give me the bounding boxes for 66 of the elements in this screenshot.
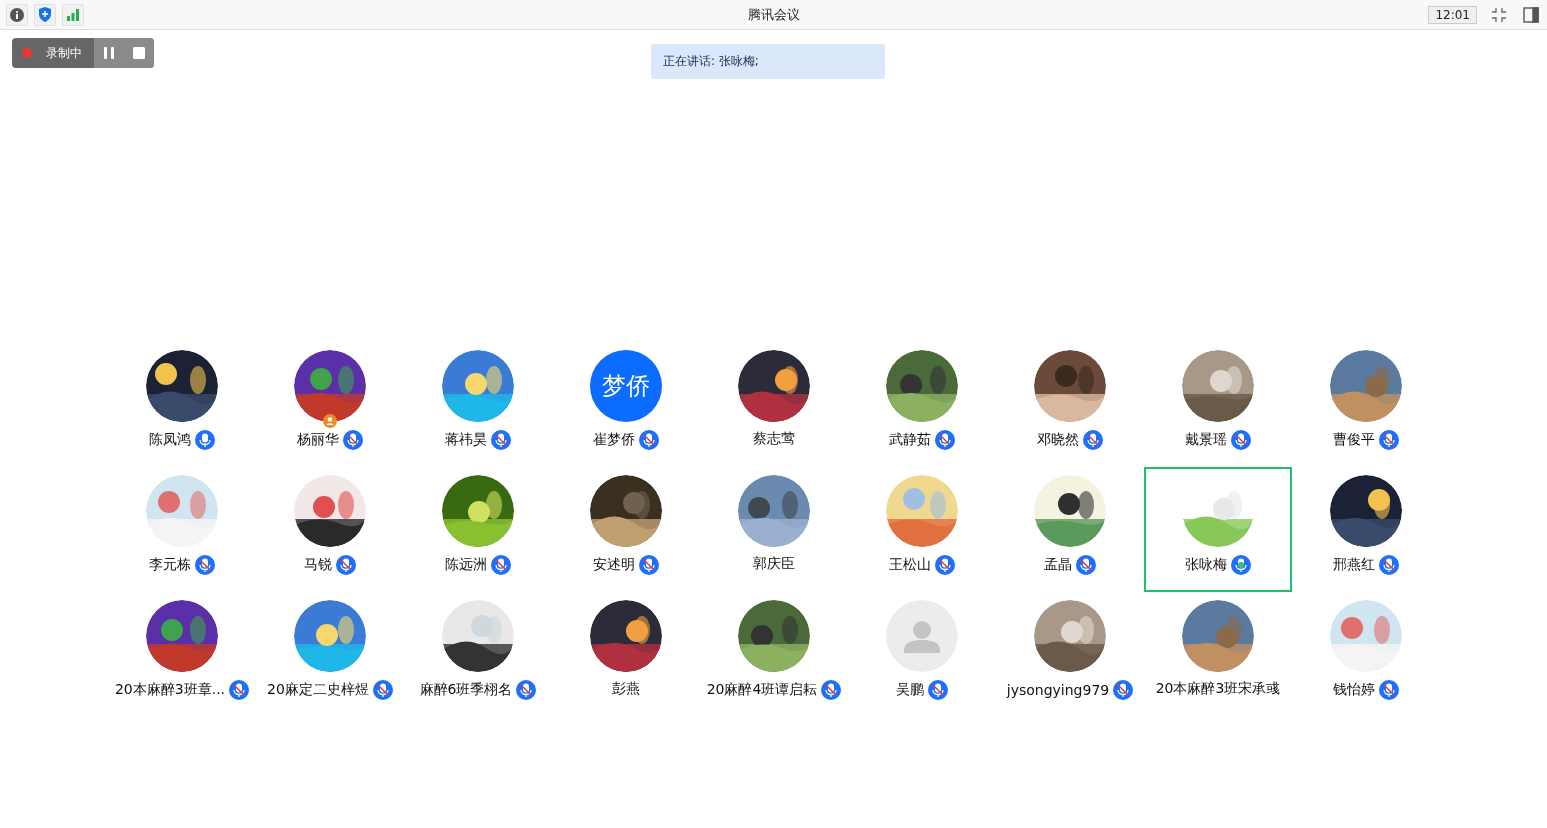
pause-icon (103, 47, 115, 59)
participant-tile[interactable]: 马锐 (256, 467, 404, 592)
participant-name: 安述明 (593, 556, 635, 574)
participant-name: 陈凤鸿 (149, 431, 191, 449)
participant-name: 崔梦侨 (593, 431, 635, 449)
participant-name: 邢燕红 (1333, 556, 1375, 574)
participant-tile[interactable]: 20麻定二史梓煜 (256, 592, 404, 717)
participant-name: 郭庆臣 (753, 555, 795, 573)
participant-name: 孟晶 (1044, 556, 1072, 574)
participant-name: 彭燕 (612, 680, 640, 698)
participant-tile[interactable]: 安述明 (552, 467, 700, 592)
participant-tile[interactable]: 陈远洲 (404, 467, 552, 592)
window-title: 腾讯会议 (747, 5, 800, 24)
participant-tile[interactable]: 20本麻醉3班宋承彧 (1144, 592, 1292, 717)
participant-tile[interactable]: 吴鹏 (848, 592, 996, 717)
participant-tile[interactable]: 彭燕 (552, 592, 700, 717)
info-icon[interactable] (6, 3, 28, 26)
record-dot-icon (22, 48, 32, 58)
participant-name: 张咏梅 (1185, 556, 1227, 574)
participant-tile[interactable]: 蒋祎昊 (404, 342, 552, 467)
participant-tile[interactable]: 陈凤鸿 (108, 342, 256, 467)
participant-tile[interactable]: 蔡志莺 (700, 342, 848, 467)
participant-name: 蒋祎昊 (445, 431, 487, 449)
participant-tile[interactable]: 20麻醉4班谭启耘 (700, 592, 848, 717)
participant-tile[interactable]: 杨丽华 (256, 342, 404, 467)
participant-name: 李元栋 (149, 556, 191, 574)
participant-tile[interactable]: 武静茹 (848, 342, 996, 467)
clock-time: 12:01 (1428, 5, 1477, 24)
participant-name: 蔡志莺 (753, 430, 795, 448)
speaking-banner: 正在讲话: 张咏梅; (651, 44, 885, 79)
participant-name: 戴景瑶 (1185, 431, 1227, 449)
participant-tile[interactable]: 孟晶 (996, 467, 1144, 592)
participant-name: 20麻定二史梓煜 (267, 681, 369, 699)
side-panel-icon[interactable] (1521, 4, 1541, 25)
shield-icon[interactable] (34, 3, 56, 26)
participant-name: 杨丽华 (297, 431, 339, 449)
participant-name: 马锐 (304, 556, 332, 574)
participant-name: jysongying979 (1006, 682, 1110, 698)
participant-tile[interactable]: 20本麻醉3班章... (108, 592, 256, 717)
participant-tile[interactable]: 邓晓然 (996, 342, 1144, 467)
participant-tile[interactable]: 张咏梅 (1144, 467, 1292, 592)
participant-tile[interactable]: 梦侨 崔梦侨 (552, 342, 700, 467)
participant-tile[interactable]: 曹俊平 (1292, 342, 1440, 467)
participant-tile[interactable]: 李元栋 (108, 467, 256, 592)
participant-name: 吴鹏 (896, 681, 924, 699)
participant-name: 20本麻醉3班宋承彧 (1155, 680, 1281, 698)
participant-name: 20麻醉4班谭启耘 (706, 681, 818, 699)
participant-tile[interactable]: 钱怡婷 (1292, 592, 1440, 717)
participant-tile[interactable]: 王松山 (848, 467, 996, 592)
participant-tile[interactable]: jysongying979 (996, 592, 1144, 717)
participant-name: 钱怡婷 (1333, 681, 1375, 699)
participant-name: 麻醉6班季栩名 (419, 681, 513, 699)
participant-name: 武静茹 (889, 431, 931, 449)
participant-name: 20本麻醉3班章... (114, 681, 226, 699)
participant-tile[interactable]: 麻醉6班季栩名 (404, 592, 552, 717)
participant-name: 邓晓然 (1037, 431, 1079, 449)
participant-tile[interactable]: 邢燕红 (1292, 467, 1440, 592)
participant-name: 王松山 (889, 556, 931, 574)
signal-icon[interactable] (62, 3, 84, 26)
initials-avatar: 梦侨 (590, 350, 662, 422)
participant-name: 陈远洲 (445, 556, 487, 574)
recording-status: 录制中 (12, 38, 94, 68)
stop-icon (133, 47, 145, 59)
participant-tile[interactable]: 郭庆臣 (700, 467, 848, 592)
participant-name: 曹俊平 (1333, 431, 1375, 449)
participant-tile[interactable]: 戴景瑶 (1144, 342, 1292, 467)
